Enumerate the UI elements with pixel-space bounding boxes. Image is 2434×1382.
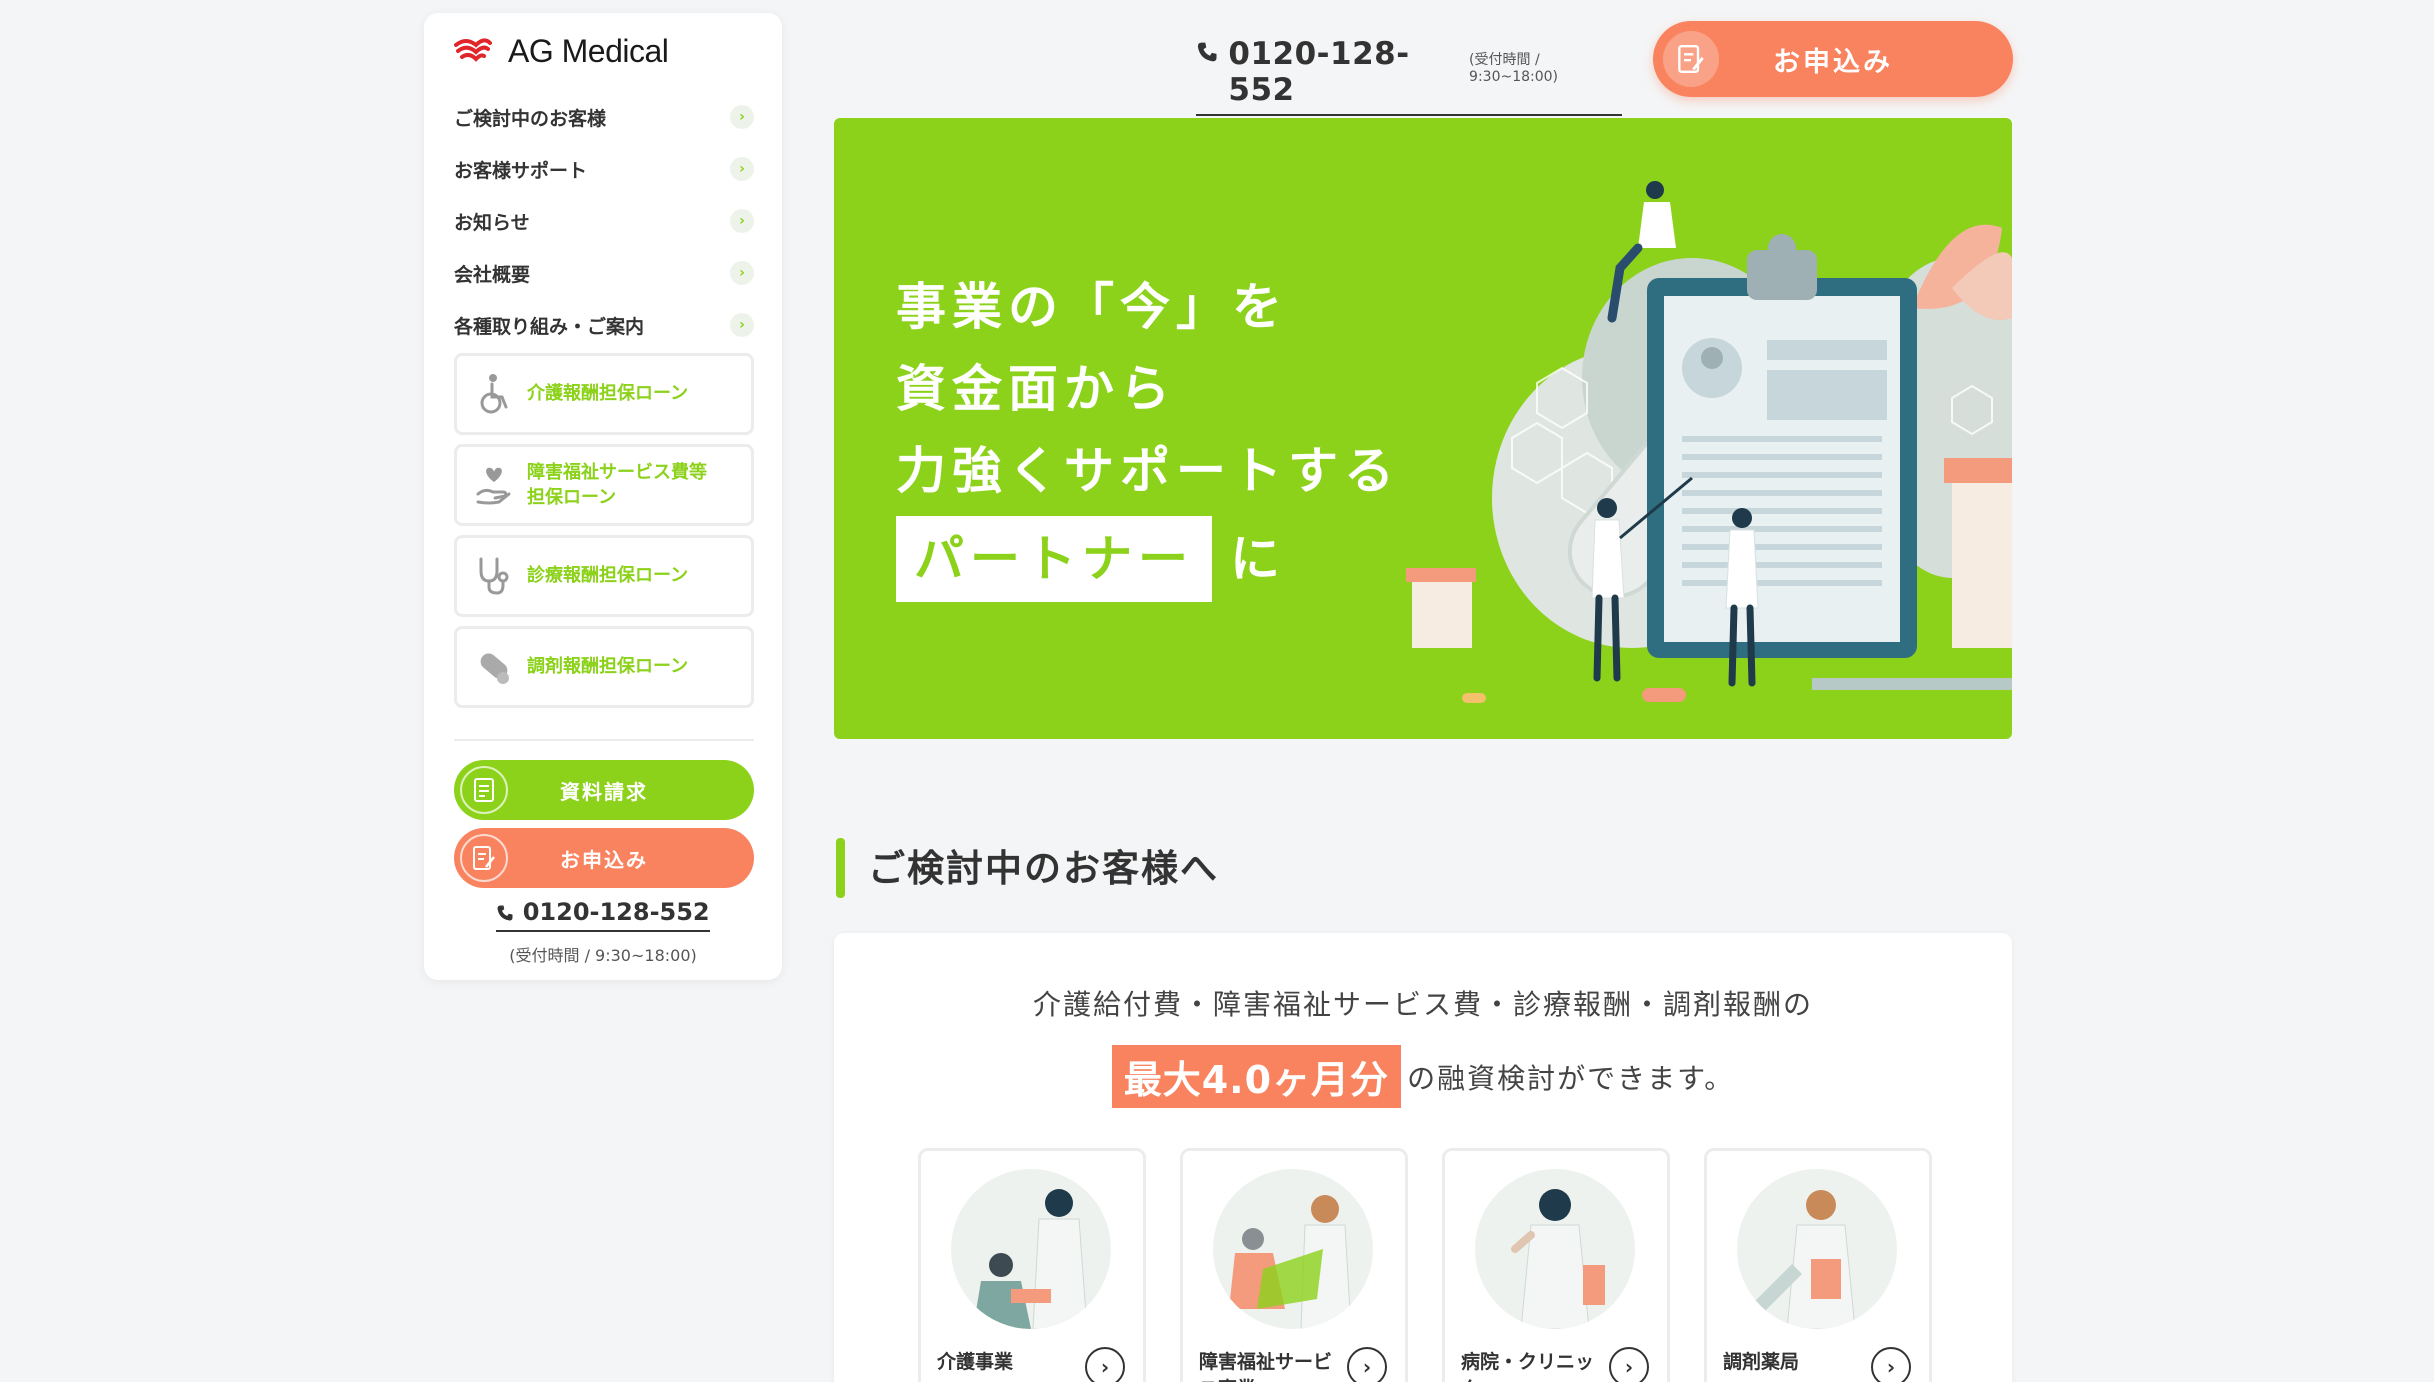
max-months-badge: 最大4.0ヶ月分 — [1111, 1045, 1402, 1108]
sidebar-hours: (受付時間 / 9:30~18:00) — [509, 946, 697, 965]
loan-card-disability[interactable]: 障害福祉サービス費等 担保ローン — [454, 444, 754, 526]
sidebar-apply-button[interactable]: お申込み — [454, 828, 754, 888]
arrow-right-icon[interactable]: › — [1609, 1347, 1649, 1382]
category-card-disability[interactable]: 障害福祉サービス事業 › — [1180, 1148, 1408, 1382]
sidebar-item-initiatives[interactable]: 各種取り組み・ご案内 › — [454, 299, 754, 351]
category-cards: 介護事業 › 障害福祉サービス事業 › — [918, 1148, 1932, 1382]
arrow-right-icon[interactable]: › — [1871, 1347, 1911, 1382]
document-icon — [460, 766, 508, 814]
hero-line-4: パートナーに — [896, 516, 1400, 602]
sidebar-item-considering[interactable]: ご検討中のお客様 › — [454, 91, 754, 143]
category-label: 介護事業 — [937, 1351, 1014, 1373]
header-phone-link[interactable]: 0120-128-552 (受付時間 / 9:30~18:00) — [1196, 36, 1622, 116]
sidebar-phone-link[interactable]: 0120-128-552 — [496, 898, 710, 932]
loan-label: 障害福祉サービス費等 担保ローン — [527, 460, 707, 510]
sidebar-item-support[interactable]: お客様サポート › — [454, 143, 754, 195]
logo[interactable]: AG Medical — [454, 33, 669, 70]
logo-mark-icon — [454, 37, 492, 62]
header-phone-number: 0120-128-552 — [1228, 36, 1410, 108]
loan-card-medical[interactable]: 診療報酬担保ローン — [454, 535, 754, 617]
sidebar-item-news[interactable]: お知らせ › — [454, 195, 754, 247]
loan-label: 調剤報酬担保ローン — [527, 656, 689, 678]
sidebar-item-label: 会社概要 — [454, 263, 531, 286]
sidebar-nav: ご検討中のお客様 › お客様サポート › お知らせ › 会社概要 › 各種取り組… — [454, 91, 754, 351]
loan-label: 介護報酬担保ローン — [527, 383, 689, 405]
hero-banner: 事業の「今」を 資金面から 力強くサポートする パートナーに — [834, 118, 2012, 739]
section-title: ご検討中のお客様へ — [836, 838, 1219, 898]
arrow-right-icon[interactable]: › — [1085, 1347, 1125, 1382]
header-apply-label: お申込み — [1773, 46, 1893, 78]
arrow-right-icon[interactable]: › — [1347, 1347, 1387, 1382]
logo-text: AG Medical — [508, 33, 669, 69]
header-apply-button[interactable]: お申込み — [1653, 21, 2013, 97]
chevron-right-icon: › — [730, 313, 754, 337]
hero-highlight: パートナー — [896, 516, 1212, 602]
sidebar-phone: 0120-128-552 (受付時間 / 9:30~18:00) — [424, 898, 782, 966]
panel-loan-suffix: の融資検討ができます。 — [1407, 1061, 1735, 1095]
pharmacy-illustration — [1737, 1169, 1897, 1329]
hero-line-2: 資金面から — [896, 359, 1176, 418]
care-illustration — [951, 1169, 1111, 1329]
hero-copy: 事業の「今」を 資金面から 力強くサポートする パートナーに — [896, 266, 1400, 602]
hero-illustration — [1406, 181, 2012, 703]
sidebar-item-label: 各種取り組み・ご案内 — [454, 315, 645, 338]
sidebar-phone-number: 0120-128-552 — [522, 898, 710, 926]
pill-icon — [480, 653, 509, 684]
divider — [454, 739, 754, 741]
sidebar-item-company[interactable]: 会社概要 › — [454, 247, 754, 299]
heart-hand-icon — [476, 467, 511, 505]
header-hours: (受付時間 / 9:30~18:00) — [1469, 52, 1559, 85]
chevron-right-icon: › — [730, 105, 754, 129]
hero-line-1: 事業の「今」を — [896, 277, 1288, 336]
request-docs-button[interactable]: 資料請求 — [454, 760, 754, 820]
clinic-illustration — [1475, 1169, 1635, 1329]
hero-line-4-suffix: に — [1230, 529, 1286, 588]
sidebar-item-label: お客様サポート — [454, 159, 588, 182]
category-label: 障害福祉サービス事業 — [1199, 1351, 1333, 1382]
phone-icon — [497, 905, 513, 921]
hero-line-3: 力強くサポートする — [896, 441, 1400, 500]
loan-card-care[interactable]: 介護報酬担保ローン — [454, 353, 754, 435]
disability-illustration — [1213, 1169, 1373, 1329]
sidebar-item-label: お知らせ — [454, 211, 530, 234]
phone-icon — [1197, 42, 1217, 62]
wheelchair-icon — [480, 374, 508, 414]
sidebar: AG Medical ご検討中のお客様 › お客様サポート › お知らせ › 会… — [424, 13, 782, 980]
form-pen-icon — [1663, 31, 1719, 87]
loan-label-line2: 担保ローン — [527, 487, 617, 508]
loan-label-line1: 障害福祉サービス費等 — [527, 461, 707, 483]
stethoscope-icon — [479, 557, 509, 595]
considering-panel: 介護給付費・障害福祉サービス費・診療報酬・調剤報酬の 最大4.0ヶ月分 の融資検討… — [834, 933, 2012, 1382]
chevron-right-icon: › — [730, 261, 754, 285]
category-label: 調剤薬局 — [1723, 1351, 1800, 1373]
panel-lead-text: 介護給付費・障害福祉サービス費・診療報酬・調剤報酬の — [1032, 988, 1813, 1021]
category-label: 病院・クリニック — [1461, 1351, 1595, 1382]
loan-card-pharmacy[interactable]: 調剤報酬担保ローン — [454, 626, 754, 708]
panel-loan-text: 最大4.0ヶ月分 の融資検討ができます。 — [834, 1045, 2012, 1108]
category-card-pharmacy[interactable]: 調剤薬局 › — [1704, 1148, 1932, 1382]
category-card-care[interactable]: 介護事業 › — [918, 1148, 1146, 1382]
loan-label: 診療報酬担保ローン — [527, 565, 689, 587]
category-card-clinic[interactable]: 病院・クリニック › — [1442, 1148, 1670, 1382]
chevron-right-icon: › — [730, 209, 754, 233]
form-pen-icon — [460, 834, 508, 882]
chevron-right-icon: › — [730, 157, 754, 181]
sidebar-item-label: ご検討中のお客様 — [454, 107, 607, 130]
